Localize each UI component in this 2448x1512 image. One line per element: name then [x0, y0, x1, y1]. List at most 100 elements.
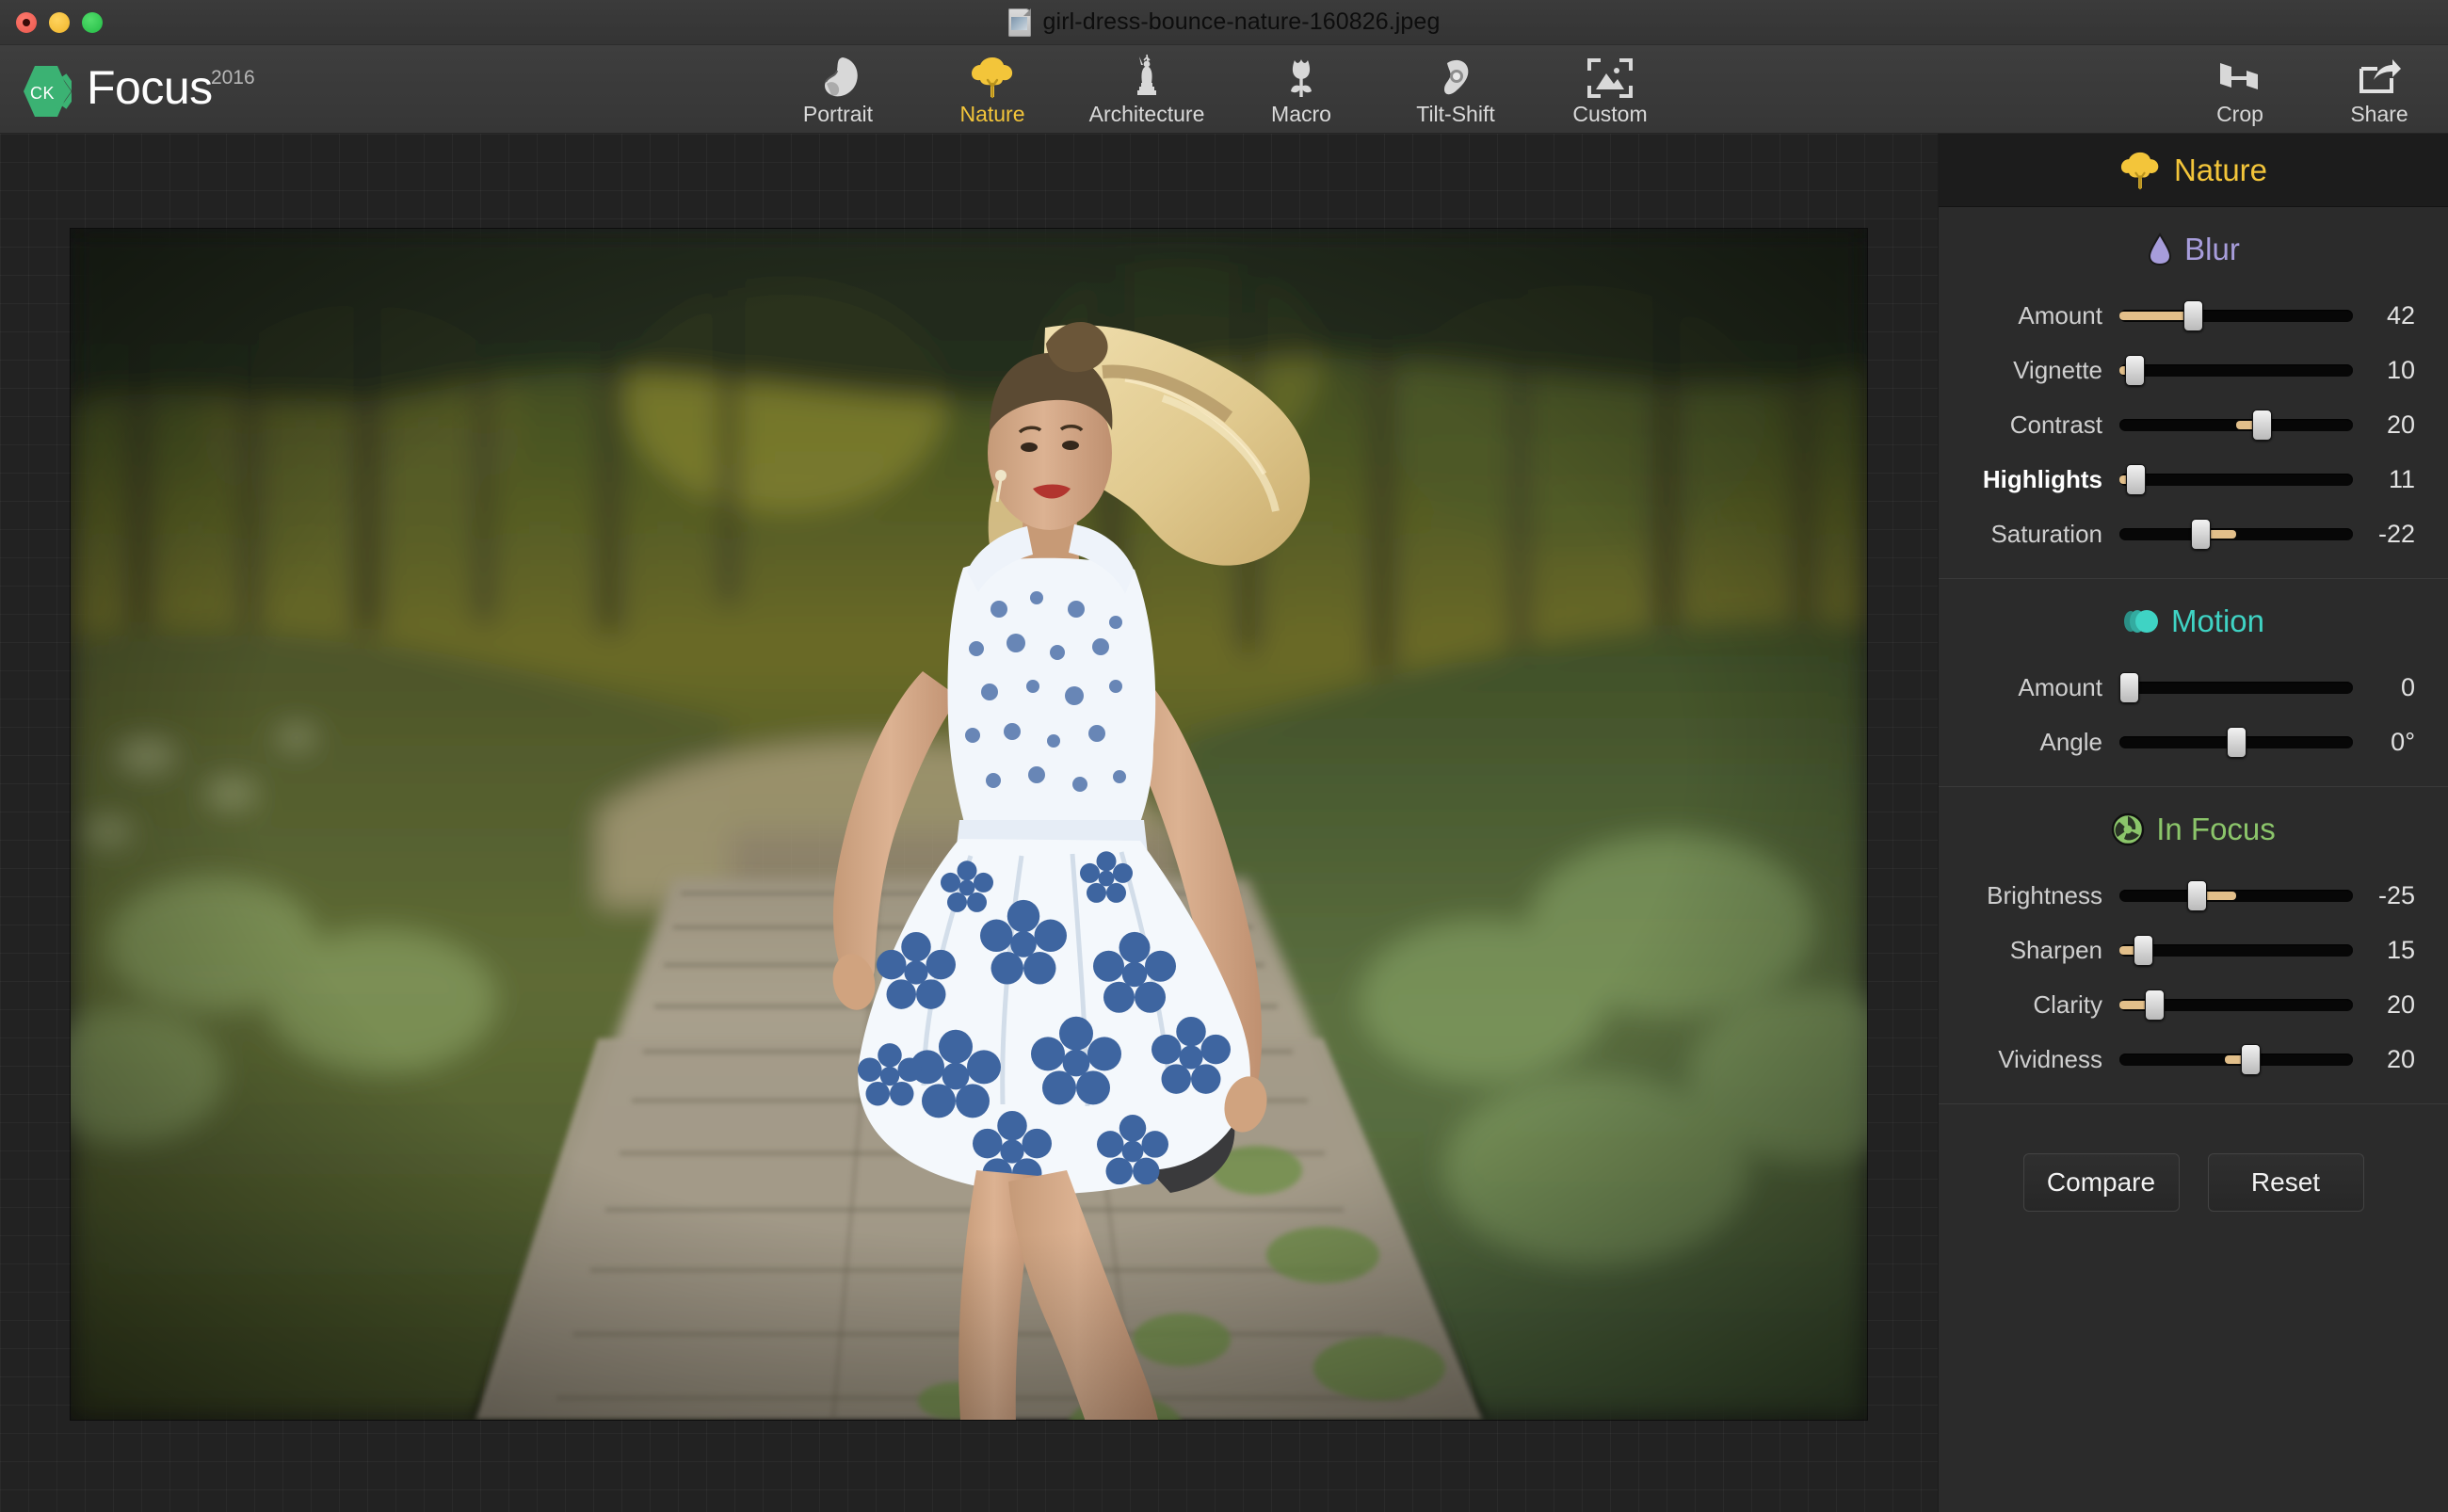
slider-vignette-label: Vignette: [2013, 355, 2102, 384]
filter-nature-label: Nature: [959, 101, 1025, 126]
slider-vividness[interactable]: Vividness 20: [1939, 1032, 2448, 1086]
tulip-icon: [1281, 56, 1321, 99]
filter-macro[interactable]: Macro: [1224, 52, 1378, 127]
section-blur-label: Blur: [2184, 232, 2240, 266]
filter-presets: Portrait Nature Architecture Macro Tilt-…: [761, 52, 1687, 127]
filter-tilt-shift-label: Tilt-Shift: [1416, 101, 1495, 126]
app-branding: CK Focus 2016: [0, 60, 255, 119]
focus-app-window: girl-dress-bounce-nature-160826.jpeg CK …: [0, 0, 2448, 1512]
crop-label: Crop: [2216, 101, 2263, 126]
slider-vignette-track[interactable]: [2119, 353, 2353, 387]
slider-motion-amount-track[interactable]: [2119, 670, 2353, 704]
crop-button[interactable]: Crop: [2192, 56, 2288, 127]
minimize-button[interactable]: [49, 11, 70, 33]
slider-vividness-knob[interactable]: [2240, 1044, 2261, 1075]
slider-clarity-label: Clarity: [2033, 989, 2102, 1019]
slider-fill: [2208, 530, 2236, 539]
document-title: girl-dress-bounce-nature-160826.jpeg: [0, 8, 2448, 37]
slider-amount-blur[interactable]: Amount 42: [1939, 288, 2448, 343]
slider-motion-angle[interactable]: Angle 0°: [1939, 715, 2448, 769]
svg-text:CK: CK: [30, 84, 55, 103]
panel-header-label: Nature: [2173, 152, 2268, 187]
slider-highlights-track[interactable]: [2119, 462, 2353, 496]
slider-sharpen-knob[interactable]: [2133, 935, 2153, 966]
slider-motion-angle-track[interactable]: [2119, 725, 2353, 759]
slider-highlights-knob[interactable]: [2126, 464, 2147, 495]
slider-brightness-knob[interactable]: [2186, 880, 2207, 911]
slider-contrast-track[interactable]: [2119, 408, 2353, 442]
share-button[interactable]: Share: [2331, 56, 2427, 127]
document-icon: [1007, 8, 1031, 37]
slider-vignette-knob[interactable]: [2125, 355, 2146, 386]
slider-highlights-value: 11: [2388, 464, 2415, 493]
app-name: Focus 2016: [87, 60, 255, 115]
slider-sharpen-track[interactable]: [2119, 933, 2353, 967]
panel-empty-area: [1939, 1212, 2448, 1512]
section-motion-label: Motion: [2170, 603, 2265, 638]
slider-sharpen-label: Sharpen: [2009, 935, 2102, 964]
image-canvas[interactable]: [0, 134, 1938, 1512]
filter-tilt-shift[interactable]: Tilt-Shift: [1378, 52, 1533, 127]
close-button[interactable]: [16, 11, 37, 33]
slider-brightness[interactable]: Brightness -25: [1939, 868, 2448, 923]
adjustments-panel: Nature Blur Amount 42 Vignette 10 Contra…: [1938, 134, 2448, 1512]
slider-motion-amount-knob[interactable]: [2119, 672, 2139, 703]
slider-saturation[interactable]: Saturation -22: [1939, 507, 2448, 561]
statue-icon: [1128, 54, 1166, 99]
slider-highlights[interactable]: Highlights 11: [1939, 452, 2448, 507]
slider-contrast-knob[interactable]: [2252, 410, 2273, 441]
slider-brightness-track[interactable]: [2119, 878, 2353, 912]
filter-macro-label: Macro: [1271, 101, 1331, 126]
filter-custom[interactable]: Custom: [1533, 52, 1687, 127]
slider-saturation-track[interactable]: [2119, 517, 2353, 551]
slider-contrast-label: Contrast: [2009, 410, 2102, 439]
filter-architecture-label: Architecture: [1088, 101, 1205, 126]
slider-amount-blur-value: 42: [2386, 300, 2415, 330]
slider-contrast[interactable]: Contrast 20: [1939, 397, 2448, 452]
compare-button[interactable]: Compare: [2022, 1153, 2180, 1212]
slider-amount-blur-track[interactable]: [2119, 298, 2353, 332]
slider-vignette[interactable]: Vignette 10: [1939, 343, 2448, 397]
zoom-button[interactable]: [82, 11, 103, 33]
section-in-focus-label: In Focus: [2156, 812, 2276, 846]
slider-amount-blur-knob[interactable]: [2183, 300, 2204, 331]
slider-highlights-label: Highlights: [1982, 464, 2102, 493]
slider-clarity[interactable]: Clarity 20: [1939, 977, 2448, 1032]
slider-saturation-knob[interactable]: [2190, 519, 2211, 550]
slider-clarity-track[interactable]: [2119, 988, 2353, 1021]
title-bar: girl-dress-bounce-nature-160826.jpeg: [0, 0, 2448, 45]
slider-vividness-track[interactable]: [2119, 1042, 2353, 1076]
slider-motion-amount-value: 0: [2400, 672, 2415, 701]
app-name-label: Focus: [87, 60, 213, 114]
panel-header: Nature: [1939, 134, 2448, 207]
filter-architecture[interactable]: Architecture: [1070, 52, 1224, 127]
section-motion-title: Motion: [1939, 603, 2448, 639]
slider-saturation-value: -22: [2377, 519, 2415, 548]
slider-sharpen[interactable]: Sharpen 15: [1939, 923, 2448, 977]
section-blur: Blur Amount 42 Vignette 10 Contrast 20 H…: [1939, 207, 2448, 579]
filter-portrait-label: Portrait: [802, 101, 874, 126]
slider-motion-angle-value: 0°: [2391, 727, 2415, 756]
slider-motion-amount[interactable]: Amount 0: [1939, 660, 2448, 715]
portrait-icon: [814, 56, 862, 99]
slider-brightness-value: -25: [2377, 880, 2415, 909]
document-filename: girl-dress-bounce-nature-160826.jpeg: [1042, 8, 1441, 35]
filter-portrait[interactable]: Portrait: [761, 52, 915, 127]
filter-custom-label: Custom: [1572, 101, 1648, 126]
slider-motion-angle-knob[interactable]: [2227, 727, 2247, 758]
slider-clarity-value: 20: [2386, 989, 2415, 1019]
section-motion: Motion Amount 0 Angle 0°: [1939, 579, 2448, 787]
slider-vividness-value: 20: [2386, 1044, 2415, 1073]
toolbar-right-actions: Crop Share: [2192, 52, 2427, 127]
slider-clarity-knob[interactable]: [2145, 989, 2166, 1021]
main-toolbar: CK Focus 2016 Portrait Nature Architectu…: [0, 45, 2448, 134]
filter-nature[interactable]: Nature: [915, 52, 1070, 127]
slider-vividness-label: Vividness: [1998, 1044, 2102, 1073]
slider-sharpen-value: 15: [2386, 935, 2415, 964]
section-in-focus: In Focus Brightness -25 Sharpen 15 Clari…: [1939, 787, 2448, 1104]
share-icon: [2357, 56, 2402, 99]
reset-button[interactable]: Reset: [2207, 1153, 2364, 1212]
custom-frame-icon: [1586, 56, 1634, 99]
share-label: Share: [2350, 101, 2408, 126]
slider-brightness-label: Brightness: [1987, 880, 2102, 909]
